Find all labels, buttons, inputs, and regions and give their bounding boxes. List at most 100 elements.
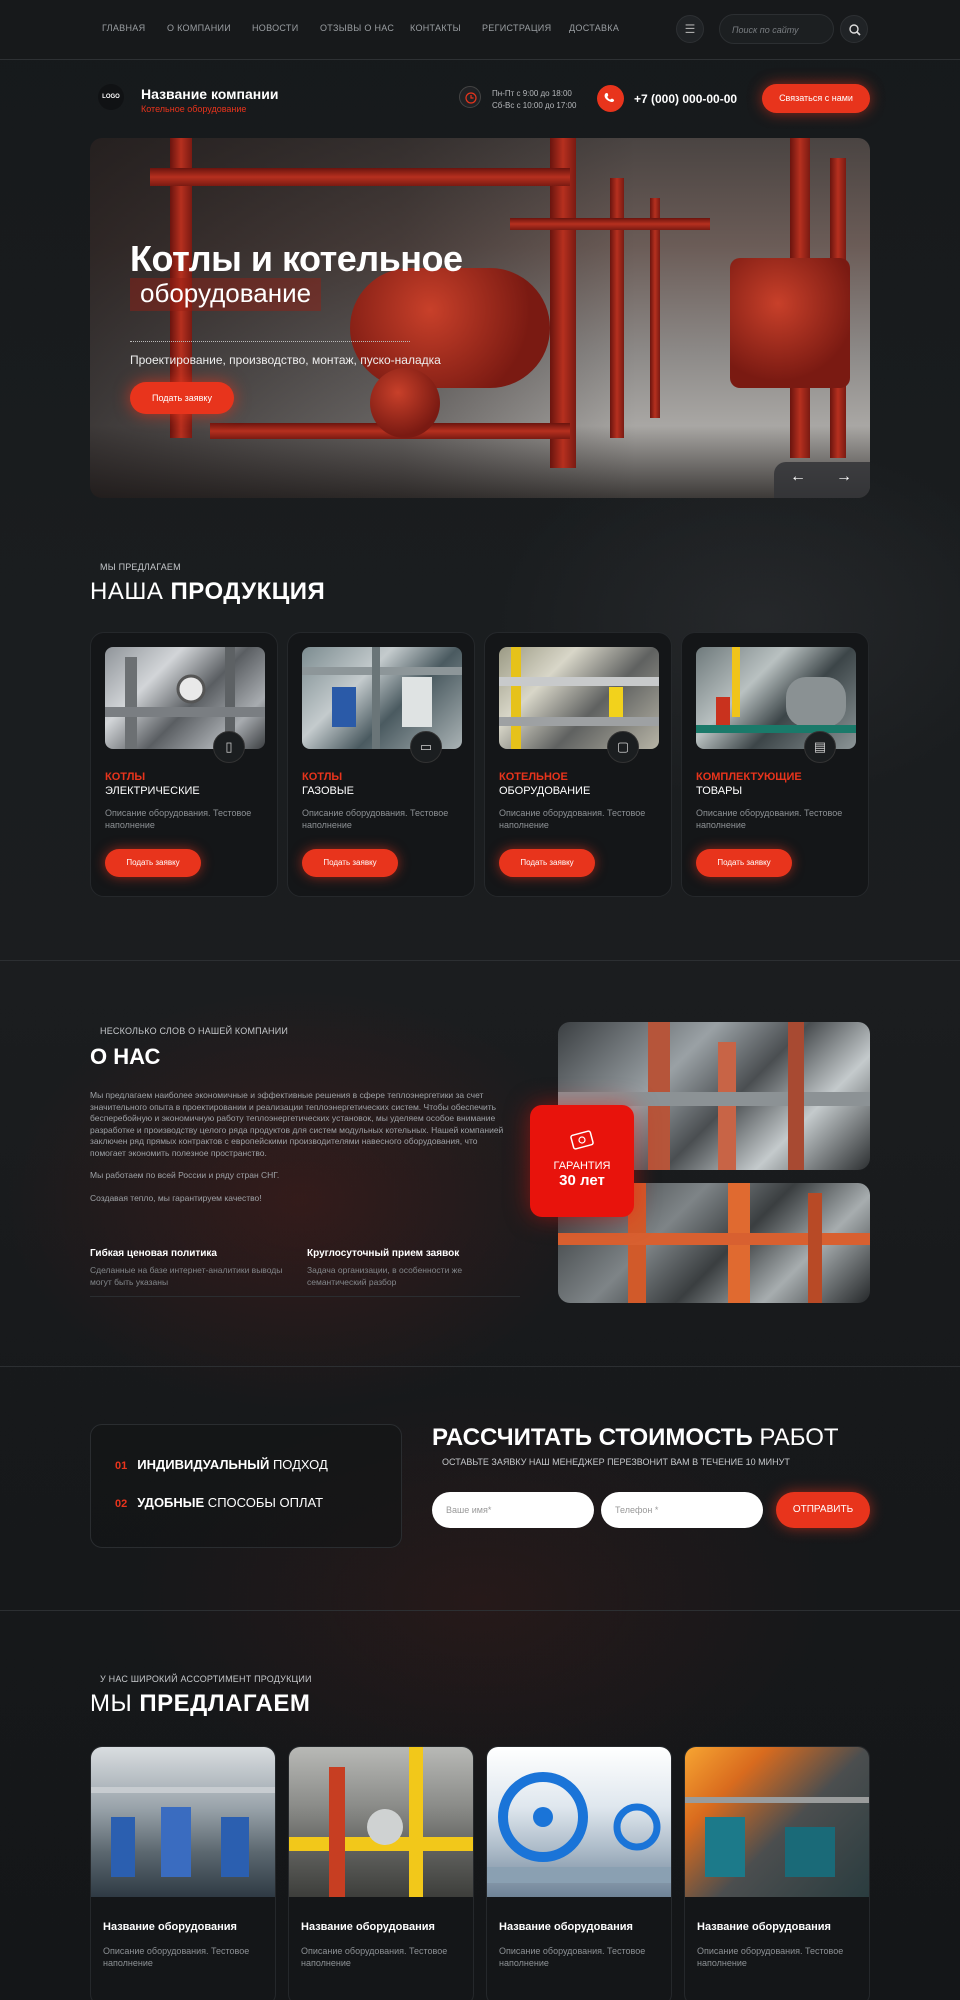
- offer-card[interactable]: Название оборудования Описание оборудова…: [486, 1746, 672, 2000]
- offer-card[interactable]: Название оборудования Описание оборудова…: [288, 1746, 474, 2000]
- hero-title: Котлы и котельное: [130, 238, 463, 279]
- about-title: О НАС: [90, 1044, 161, 1069]
- apply-button[interactable]: Подать заявку: [105, 849, 201, 877]
- offer-image: [487, 1747, 671, 1897]
- product-desc: Описание оборудования. Тестовое наполнен…: [105, 808, 252, 830]
- apply-button[interactable]: Подать заявку: [302, 849, 398, 877]
- product-image: [499, 647, 659, 749]
- company-name: Название компании: [141, 86, 279, 102]
- feature-title: Гибкая ценовая политика: [90, 1248, 217, 1259]
- search-button[interactable]: [840, 15, 868, 43]
- phone-number[interactable]: +7 (000) 000-00-00: [634, 92, 737, 106]
- guarantee-years: 30 лет: [559, 1172, 605, 1189]
- offer-title-text: Название оборудования: [301, 1921, 435, 1933]
- about-paragraph: Мы работаем по всей России и ряду стран …: [90, 1170, 280, 1180]
- divider: [0, 960, 960, 961]
- product-image: [696, 647, 856, 749]
- products-title: НАША ПРОДУКЦИЯ: [90, 578, 326, 605]
- offer-title-text: Название оборудования: [499, 1921, 633, 1933]
- nav-delivery[interactable]: ДОСТАВКА: [569, 23, 619, 33]
- calc-title: РАССЧИТАТЬ СТОИМОСТЬ РАБОТ: [432, 1424, 839, 1451]
- nav-reviews[interactable]: ОТЗЫВЫ О НАС: [320, 23, 394, 33]
- arrow-left-icon[interactable]: ←: [790, 468, 806, 486]
- advantage-item: 01 ИНДИВИДУАЛЬНЫЙ ПОДХОД: [115, 1457, 328, 1472]
- logo[interactable]: LOGO: [98, 84, 124, 110]
- guarantee-badge: ГАРАНТИЯ 30 лет: [530, 1105, 634, 1217]
- nav-about[interactable]: О КОМПАНИИ: [167, 23, 231, 33]
- working-hours: Пн-Пт с 9:00 до 18:00 Сб-Вс с 10:00 до 1…: [492, 88, 576, 112]
- arrow-right-icon[interactable]: →: [836, 468, 852, 486]
- offer-image: [91, 1747, 275, 1897]
- offer-desc: Описание оборудования. Тестовое наполнен…: [103, 1946, 250, 1968]
- product-type: ОБОРУДОВАНИЕ: [499, 785, 591, 797]
- product-category: КОМПЛЕКТУЮЩИЕ: [696, 771, 802, 783]
- product-type: ГАЗОВЫЕ: [302, 785, 354, 797]
- apply-button[interactable]: Подать заявку: [696, 849, 792, 877]
- offer-image: [685, 1747, 869, 1897]
- search-input[interactable]: Поиск по сайту: [719, 14, 834, 44]
- company-subtitle: Котельное оборудование: [141, 104, 247, 114]
- products-eyebrow: МЫ ПРЕДЛАГАЕМ: [100, 562, 181, 572]
- hours-weekdays: Пн-Пт с 9:00 до 18:00: [492, 89, 572, 98]
- offer-image: [289, 1747, 473, 1897]
- product-card[interactable]: ▤ КОМПЛЕКТУЮЩИЕ ТОВАРЫ Описание оборудов…: [681, 632, 869, 897]
- product-category: КОТЛЫ: [105, 771, 146, 783]
- hero-banner: Котлы и котельное оборудование Проектиро…: [90, 138, 870, 498]
- offer-card[interactable]: Название оборудования Описание оборудова…: [90, 1746, 276, 2000]
- water-heater-icon: ▢: [607, 731, 639, 763]
- gas-boiler-icon: ▭: [410, 731, 442, 763]
- offer-title: МЫ ПРЕДЛАГАЕМ: [90, 1690, 311, 1717]
- feature-desc: Сделанные на базе интернет-аналитики выв…: [90, 1265, 283, 1287]
- hamburger-icon[interactable]: ☰: [676, 15, 704, 43]
- about-eyebrow: НЕСКОЛЬКО СЛОВ О НАШЕЙ КОМПАНИИ: [100, 1026, 289, 1036]
- offer-desc: Описание оборудования. Тестовое наполнен…: [301, 1946, 448, 1968]
- phone-input[interactable]: Телефон *: [601, 1492, 763, 1528]
- nav-news[interactable]: НОВОСТИ: [252, 23, 298, 33]
- clock-icon: [459, 86, 481, 108]
- hero-apply-button[interactable]: Подать заявку: [130, 382, 234, 414]
- product-type: ЭЛЕКТРИЧЕСКИЕ: [105, 785, 200, 797]
- phone-icon[interactable]: [597, 85, 624, 112]
- feature-title: Круглосуточный прием заявок: [307, 1248, 460, 1259]
- product-desc: Описание оборудования. Тестовое наполнен…: [499, 808, 646, 830]
- hero-title-highlight: оборудование: [130, 278, 322, 311]
- divider: [0, 1366, 960, 1367]
- product-image: [302, 647, 462, 749]
- phone-device-icon: ▯: [213, 731, 245, 763]
- about-paragraph: Создавая тепло, мы гарантируем качество!: [90, 1193, 262, 1203]
- product-desc: Описание оборудования. Тестовое наполнен…: [696, 808, 843, 830]
- nav-contacts[interactable]: КОНТАКТЫ: [410, 23, 461, 33]
- product-category: КОТЕЛЬНОЕ: [499, 771, 568, 783]
- offer-desc: Описание оборудования. Тестовое наполнен…: [697, 1946, 844, 1968]
- hours-weekend: Сб-Вс с 10:00 до 17:00: [492, 101, 577, 110]
- nav-registration[interactable]: РЕГИСТРАЦИЯ: [482, 23, 551, 33]
- product-desc: Описание оборудования. Тестовое наполнен…: [302, 808, 449, 830]
- guarantee-label: ГАРАНТИЯ: [553, 1160, 611, 1172]
- hero-subtitle: Проектирование, производство, монтаж, пу…: [130, 353, 441, 367]
- calc-subtitle: ОСТАВЬТЕ ЗАЯВКУ НАШ МЕНЕДЖЕР ПЕРЕЗВОНИТ …: [442, 1457, 790, 1467]
- divider: [0, 1610, 960, 1611]
- product-card[interactable]: ▢ КОТЕЛЬНОЕ ОБОРУДОВАНИЕ Описание оборуд…: [484, 632, 672, 897]
- advantage-item: 02 УДОБНЫЕ СПОСОБЫ ОПЛАТ: [115, 1495, 324, 1510]
- advantages-box: 01 ИНДИВИДУАЛЬНЫЙ ПОДХОД 02 УДОБНЫЕ СПОСОБ…: [90, 1424, 402, 1548]
- product-card[interactable]: ▯ КОТЛЫ ЭЛЕКТРИЧЕСКИЕ Описание оборудова…: [90, 632, 278, 897]
- product-type: ТОВАРЫ: [696, 785, 743, 797]
- certificate-icon: [570, 1130, 594, 1150]
- offer-title-text: Название оборудования: [697, 1921, 831, 1933]
- offer-card[interactable]: Название оборудования Описание оборудова…: [684, 1746, 870, 2000]
- divider: [90, 1296, 520, 1297]
- about-paragraph: Мы предлагаем наиболее экономичные и эфф…: [90, 1090, 504, 1158]
- search-icon: [849, 24, 861, 36]
- name-input[interactable]: Ваше имя*: [432, 1492, 594, 1528]
- send-button[interactable]: ОТПРАВИТЬ: [776, 1492, 870, 1528]
- slider-arrows: ← →: [774, 462, 870, 498]
- nav-home[interactable]: ГЛАВНАЯ: [102, 23, 145, 33]
- apply-button[interactable]: Подать заявку: [499, 849, 595, 877]
- top-nav: ГЛАВНАЯ О КОМПАНИИ НОВОСТИ ОТЗЫВЫ О НАС …: [0, 0, 960, 60]
- offer-desc: Описание оборудования. Тестовое наполнен…: [499, 1946, 646, 1968]
- offer-eyebrow: У НАС ШИРОКИЙ АССОРТИМЕНТ ПРОДУКЦИИ: [100, 1674, 312, 1684]
- feature-desc: Задача организации, в особенности же сем…: [307, 1265, 463, 1287]
- contact-us-button[interactable]: Связаться с нами: [762, 84, 870, 113]
- product-card[interactable]: ▭ КОТЛЫ ГАЗОВЫЕ Описание оборудования. Т…: [287, 632, 475, 897]
- offer-title-text: Название оборудования: [103, 1921, 237, 1933]
